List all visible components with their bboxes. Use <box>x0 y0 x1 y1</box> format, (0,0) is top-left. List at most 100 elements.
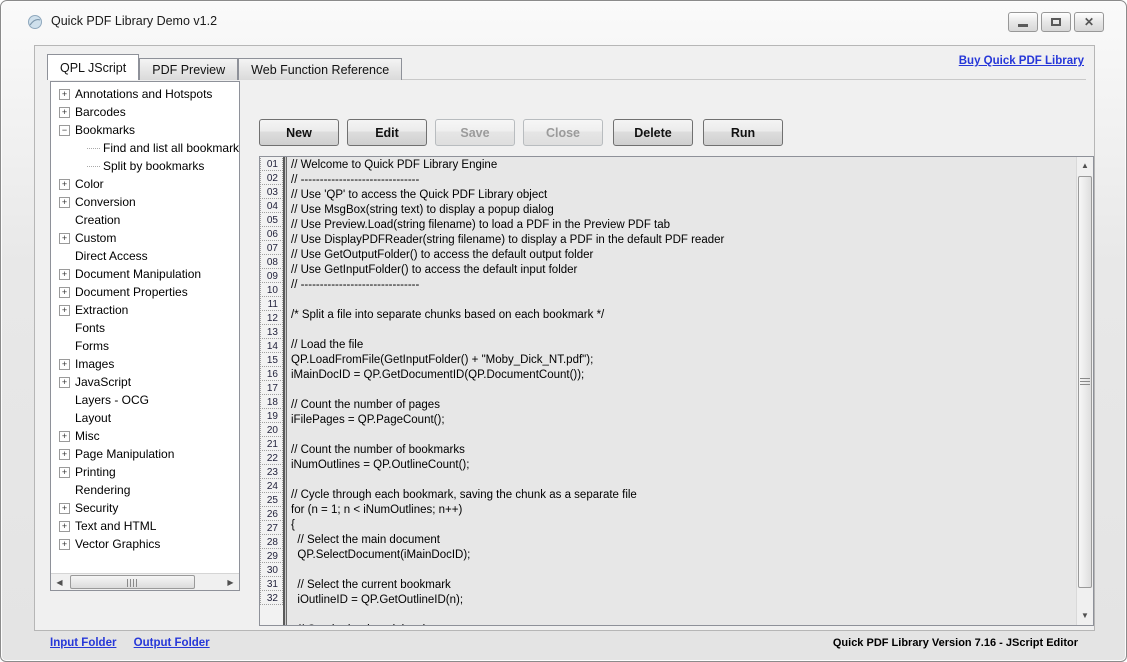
tree-item-layout[interactable]: Layout <box>51 409 239 427</box>
tree-item-label: Barcodes <box>75 103 126 121</box>
tree-item-label: Extraction <box>75 301 128 319</box>
tree-item-forms[interactable]: Forms <box>51 337 239 355</box>
expand-plus-icon[interactable]: + <box>59 539 70 550</box>
minimize-button[interactable] <box>1008 12 1038 32</box>
maximize-button[interactable] <box>1041 12 1071 32</box>
close-button[interactable]: Close <box>523 119 603 146</box>
function-tree-panel: +Annotations and Hotspots+Barcodes−Bookm… <box>50 81 240 591</box>
line-number: 32 <box>260 590 283 605</box>
tab-pdf-preview[interactable]: PDF Preview <box>139 58 238 80</box>
line-number-gutter: 0102030405060708091011121314151617181920… <box>260 157 283 625</box>
code-line: { <box>291 518 1076 533</box>
app-window: Quick PDF Library Demo v1.2 ✕ Buy Quick … <box>0 0 1127 662</box>
tree-item-javascript[interactable]: +JavaScript <box>51 373 239 391</box>
tree-connector <box>87 148 100 149</box>
tree-item-annotations-and-hotspots[interactable]: +Annotations and Hotspots <box>51 85 239 103</box>
line-number: 10 <box>260 282 283 297</box>
code-line <box>291 563 1076 578</box>
scroll-down-icon[interactable]: ▼ <box>1077 607 1093 624</box>
tree-horizontal-scrollbar[interactable]: ◀ ▶ <box>51 573 239 590</box>
tree-item-conversion[interactable]: +Conversion <box>51 193 239 211</box>
expand-plus-icon[interactable]: + <box>59 377 70 388</box>
expand-plus-icon[interactable]: + <box>59 449 70 460</box>
expand-plus-icon[interactable]: + <box>59 89 70 100</box>
tree-item-direct-access[interactable]: Direct Access <box>51 247 239 265</box>
expand-plus-icon[interactable]: + <box>59 287 70 298</box>
expand-plus-icon[interactable]: + <box>59 269 70 280</box>
tree-scroll-thumb[interactable] <box>70 575 195 589</box>
scroll-up-icon[interactable]: ▲ <box>1077 157 1093 174</box>
code-line: // Use GetOutputFolder() to access the d… <box>291 248 1076 263</box>
edit-button[interactable]: Edit <box>347 119 427 146</box>
maximize-icon <box>1051 18 1061 26</box>
scroll-left-icon[interactable]: ◀ <box>51 574 68 590</box>
expand-plus-icon[interactable]: + <box>59 521 70 532</box>
close-button[interactable]: ✕ <box>1074 12 1104 32</box>
tree-item-creation[interactable]: Creation <box>51 211 239 229</box>
tree-item-split-by-bookmarks[interactable]: Split by bookmarks <box>51 157 239 175</box>
line-number: 23 <box>260 464 283 479</box>
editor-scroll-thumb[interactable] <box>1078 176 1092 588</box>
tree-item-security[interactable]: +Security <box>51 499 239 517</box>
expand-plus-icon[interactable]: + <box>59 467 70 478</box>
line-number: 16 <box>260 366 283 381</box>
tree-item-extraction[interactable]: + Extraction <box>51 301 239 319</box>
tree-item-barcodes[interactable]: + Barcodes <box>51 103 239 121</box>
tab-web-function-reference[interactable]: Web Function Reference <box>238 58 402 80</box>
main-panel: Buy Quick PDF Library QPL JScriptPDF Pre… <box>34 45 1095 631</box>
expand-plus-icon[interactable]: + <box>59 431 70 442</box>
delete-button[interactable]: Delete <box>613 119 693 146</box>
code-line: // ------------------------------- <box>291 173 1076 188</box>
expand-plus-icon[interactable]: + <box>59 359 70 370</box>
tree-item-label: Fonts <box>75 319 105 337</box>
expand-plus-icon[interactable]: + <box>59 197 70 208</box>
tree-item-find-and-list-all-bookmark[interactable]: Find and list all bookmark <box>51 139 239 157</box>
collapse-minus-icon[interactable]: − <box>59 125 70 136</box>
tree-item-bookmarks[interactable]: −Bookmarks <box>51 121 239 139</box>
expand-plus-icon[interactable]: + <box>59 305 70 316</box>
expand-plus-icon[interactable]: + <box>59 233 70 244</box>
line-number: 26 <box>260 506 283 521</box>
buy-quick-pdf-library-link[interactable]: Buy Quick PDF Library <box>959 55 1084 67</box>
code-area[interactable]: // Welcome to Quick PDF Library Engine//… <box>287 157 1076 625</box>
tree-item-label: Misc <box>75 427 100 445</box>
tree-item-color[interactable]: +Color <box>51 175 239 193</box>
code-line: for (n = 1; n < iNumOutlines; n++) <box>291 503 1076 518</box>
tree-item-rendering[interactable]: Rendering <box>51 481 239 499</box>
tree-item-text-and-html[interactable]: + Text and HTML <box>51 517 239 535</box>
function-tree[interactable]: +Annotations and Hotspots+Barcodes−Bookm… <box>51 85 239 573</box>
tree-item-layers-ocg[interactable]: Layers - OCG <box>51 391 239 409</box>
expand-plus-icon[interactable]: + <box>59 503 70 514</box>
line-number: 15 <box>260 352 283 367</box>
new-button[interactable]: New <box>259 119 339 146</box>
tree-item-custom[interactable]: +Custom <box>51 229 239 247</box>
tree-item-printing[interactable]: +Printing <box>51 463 239 481</box>
tree-item-vector-graphics[interactable]: +Vector Graphics <box>51 535 239 553</box>
scroll-right-icon[interactable]: ▶ <box>222 574 239 590</box>
titlebar[interactable]: Quick PDF Library Demo v1.2 ✕ <box>1 1 1126 39</box>
tree-item-images[interactable]: +Images <box>51 355 239 373</box>
grip-icon <box>1080 378 1090 387</box>
editor-vertical-scrollbar[interactable]: ▲ ▼ <box>1076 157 1093 625</box>
expand-plus-icon[interactable]: + <box>59 179 70 190</box>
code-line: // Use DisplayPDFReader(string filename)… <box>291 233 1076 248</box>
tree-item-fonts[interactable]: Fonts <box>51 319 239 337</box>
line-number: 14 <box>260 338 283 353</box>
line-number: 18 <box>260 394 283 409</box>
code-line: // Select the current bookmark <box>291 578 1076 593</box>
tree-item-misc[interactable]: + Misc <box>51 427 239 445</box>
output-folder-link[interactable]: Output Folder <box>134 637 210 649</box>
run-button[interactable]: Run <box>703 119 783 146</box>
expand-plus-icon[interactable]: + <box>59 107 70 118</box>
tree-item-label: Text and HTML <box>75 517 156 535</box>
tree-item-label: Direct Access <box>75 247 148 265</box>
save-button[interactable]: Save <box>435 119 515 146</box>
line-number: 21 <box>260 436 283 451</box>
input-folder-link[interactable]: Input Folder <box>50 637 116 649</box>
code-line: iOutlineID = QP.GetOutlineID(n); <box>291 593 1076 608</box>
tree-item-document-properties[interactable]: +Document Properties <box>51 283 239 301</box>
tree-connector <box>87 166 100 167</box>
tree-item-page-manipulation[interactable]: +Page Manipulation <box>51 445 239 463</box>
tab-qpl-jscript[interactable]: QPL JScript <box>47 54 139 80</box>
tree-item-document-manipulation[interactable]: +Document Manipulation <box>51 265 239 283</box>
